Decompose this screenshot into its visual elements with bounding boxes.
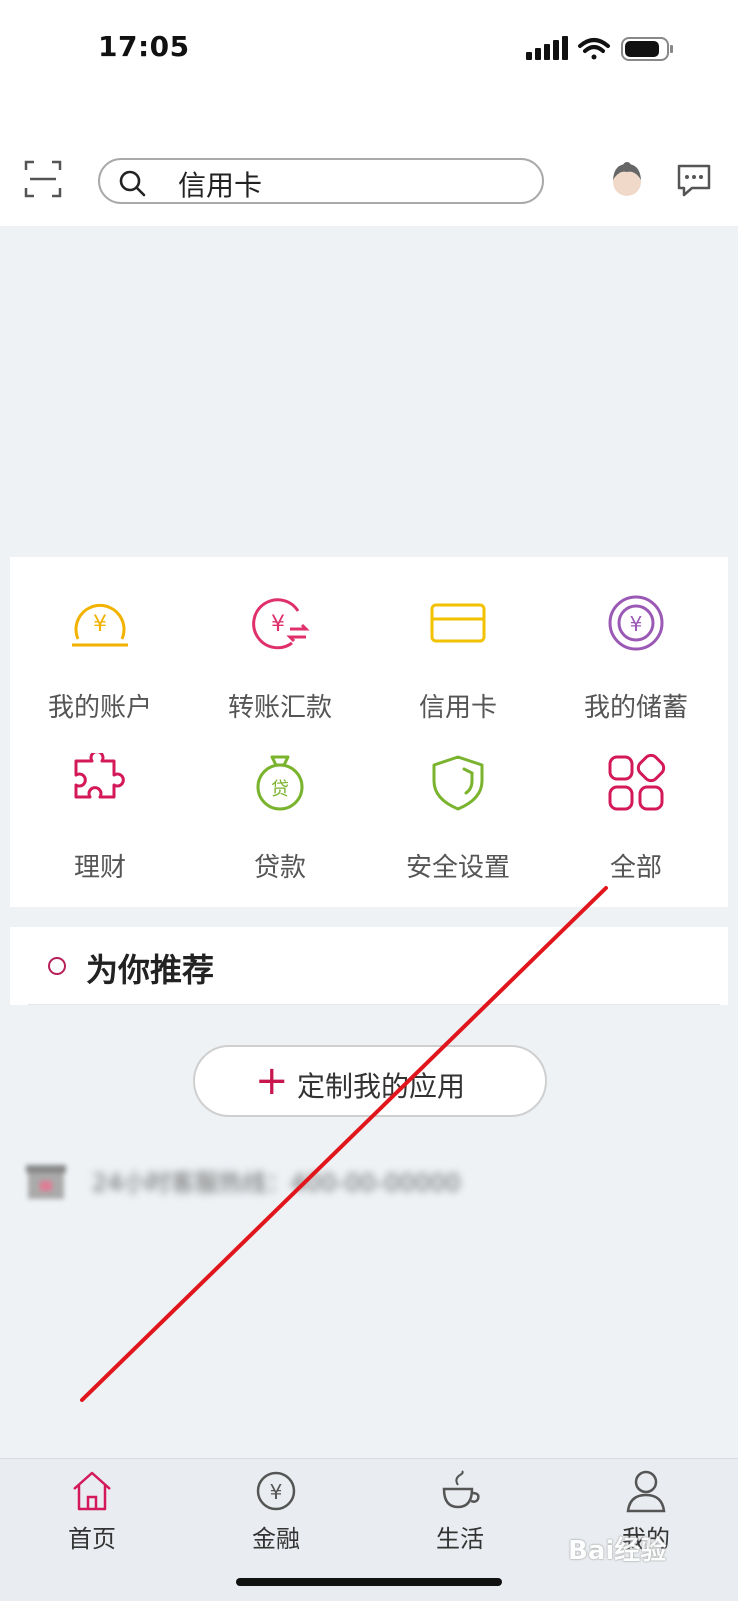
shield-icon bbox=[432, 755, 484, 811]
store-icon bbox=[26, 1165, 66, 1199]
cup-icon bbox=[442, 1470, 480, 1509]
menu-label: 转账汇款 bbox=[227, 693, 332, 723]
menu-label: 我的储蓄 bbox=[583, 693, 688, 723]
transfer-icon: ¥ bbox=[252, 598, 310, 650]
menu-label: 贷款 bbox=[253, 853, 306, 883]
service-hotline[interactable]: 24小时客服热线：400-00-00000 bbox=[24, 1155, 544, 1205]
menu-label: 信用卡 bbox=[418, 693, 497, 723]
tab-label: 金融 bbox=[252, 1525, 300, 1553]
battery-icon bbox=[621, 37, 673, 61]
menu-item-my-account[interactable]: ¥ 我的账户 bbox=[10, 593, 190, 753]
hotline-text: 24小时客服热线：400-00-00000 bbox=[92, 1169, 461, 1197]
menu-item-wealth[interactable]: 理财 bbox=[10, 753, 190, 913]
plus-icon: + bbox=[255, 1058, 289, 1104]
savings-icon: ¥ bbox=[608, 595, 664, 651]
home-indicator[interactable] bbox=[236, 1578, 502, 1586]
cellular-signal-icon bbox=[526, 36, 568, 60]
status-bar: 17:05 bbox=[0, 0, 738, 100]
quick-menu: ¥ 我的账户 ¥ 转账汇款 信用卡 ¥ 我的储蓄 理财 贷 贷款 安全设置 全部 bbox=[10, 557, 728, 907]
wifi-icon bbox=[578, 38, 610, 60]
customize-apps-button[interactable]: + 定制我的应用 bbox=[193, 1045, 547, 1117]
message-icon[interactable] bbox=[676, 162, 712, 198]
menu-item-all[interactable]: 全部 bbox=[546, 753, 726, 913]
menu-item-savings[interactable]: ¥ 我的储蓄 bbox=[546, 593, 726, 753]
account-yen-icon: ¥ bbox=[72, 603, 128, 647]
top-header: 信用卡 bbox=[0, 100, 738, 226]
banner-area bbox=[0, 226, 738, 558]
tab-label: 首页 bbox=[68, 1525, 116, 1553]
credit-card-icon bbox=[430, 603, 486, 643]
svg-text:贷: 贷 bbox=[271, 779, 289, 800]
divider bbox=[28, 1004, 720, 1005]
loan-bag-icon: 贷 bbox=[256, 755, 304, 811]
menu-item-loan[interactable]: 贷 贷款 bbox=[190, 753, 370, 913]
grid-icon bbox=[608, 753, 666, 811]
customize-label: 定制我的应用 bbox=[297, 1070, 466, 1103]
search-input[interactable]: 信用卡 bbox=[98, 158, 544, 204]
svg-text:¥: ¥ bbox=[270, 1480, 283, 1504]
recommend-section: 为你推荐 bbox=[10, 927, 728, 1005]
menu-label: 我的账户 bbox=[47, 693, 152, 723]
search-icon bbox=[119, 170, 146, 197]
home-icon bbox=[73, 1471, 111, 1511]
tab-finance[interactable]: ¥ 金融 bbox=[216, 1469, 336, 1559]
menu-label: 安全设置 bbox=[405, 853, 510, 883]
recommend-title: 为你推荐 bbox=[86, 951, 215, 989]
puzzle-icon bbox=[74, 753, 125, 799]
svg-text:¥: ¥ bbox=[630, 612, 643, 636]
menu-item-security[interactable]: 安全设置 bbox=[368, 753, 548, 913]
tab-life[interactable]: 生活 bbox=[400, 1469, 520, 1559]
watermark-logo: Bai经验 bbox=[568, 1536, 667, 1566]
menu-label: 全部 bbox=[609, 853, 662, 883]
svg-text:¥: ¥ bbox=[93, 612, 107, 637]
search-value: 信用卡 bbox=[178, 169, 263, 202]
section-marker-icon bbox=[48, 957, 66, 975]
menu-item-credit-card[interactable]: 信用卡 bbox=[368, 593, 548, 753]
svg-text:¥: ¥ bbox=[271, 612, 285, 637]
status-icons bbox=[526, 34, 676, 68]
tab-label: 生活 bbox=[436, 1525, 484, 1553]
menu-item-transfer[interactable]: ¥ 转账汇款 bbox=[190, 593, 370, 753]
status-time: 17:05 bbox=[98, 30, 190, 63]
person-icon bbox=[626, 1470, 666, 1513]
customer-service-icon[interactable] bbox=[608, 160, 646, 200]
menu-label: 理财 bbox=[73, 853, 126, 883]
tab-home[interactable]: 首页 bbox=[32, 1469, 152, 1559]
yen-circle-icon: ¥ bbox=[256, 1471, 296, 1511]
scan-icon[interactable] bbox=[24, 160, 62, 198]
